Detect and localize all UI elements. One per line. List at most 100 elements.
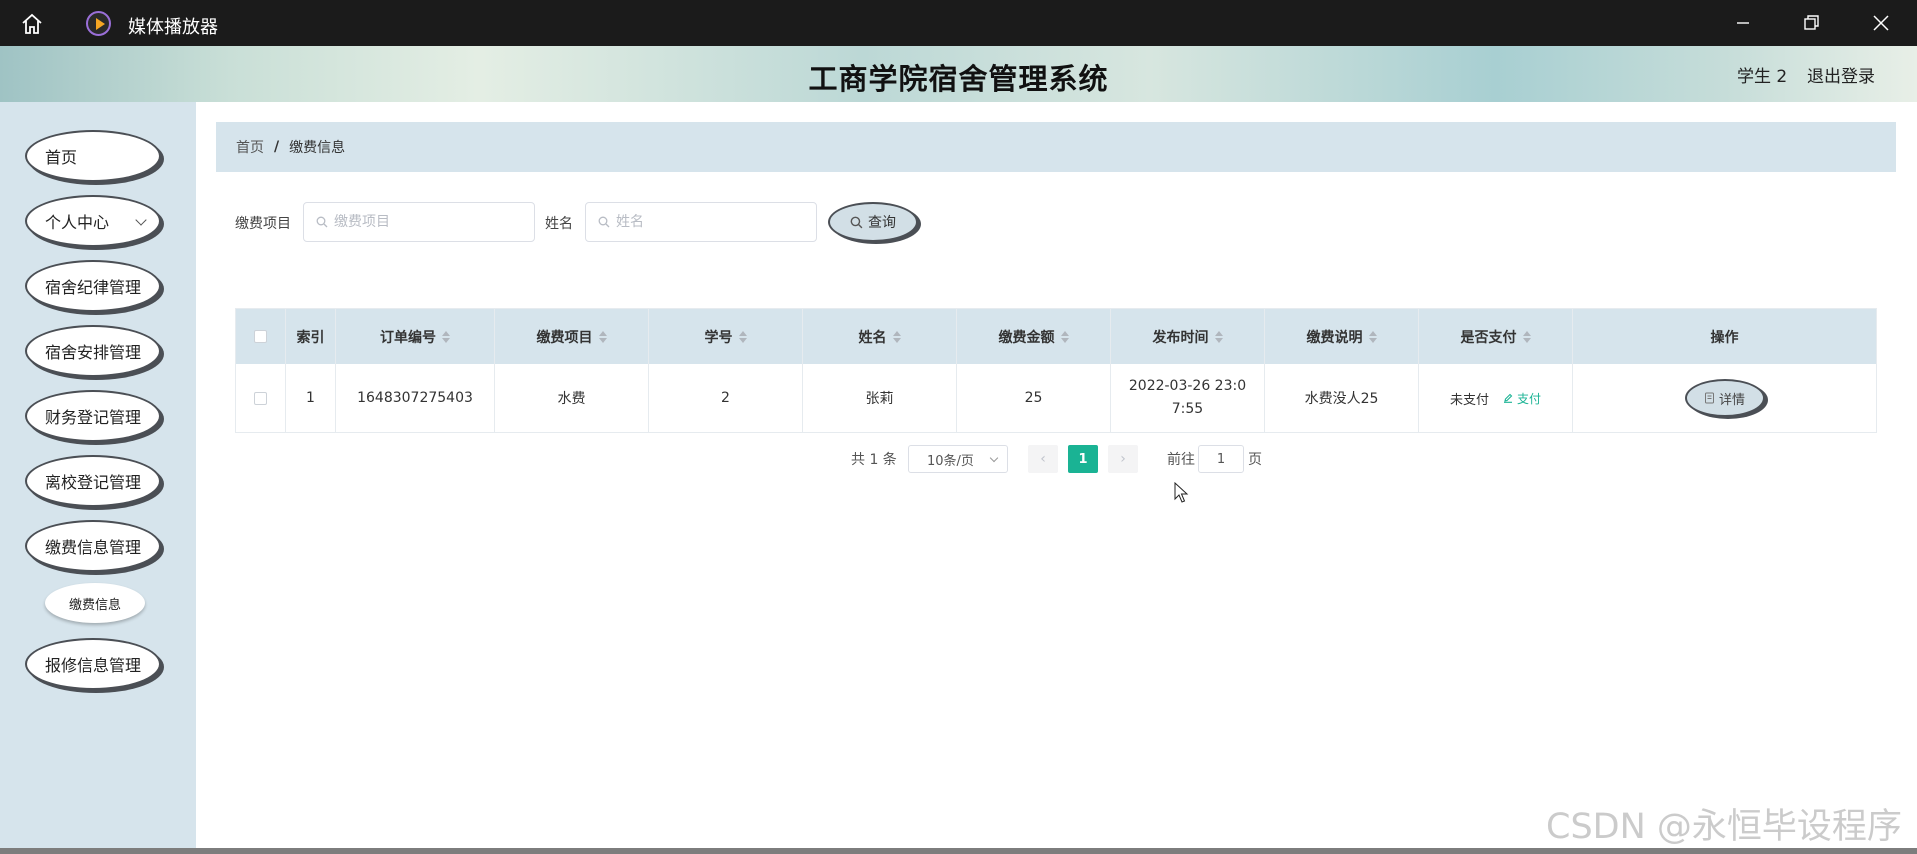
breadcrumb: 首页 / 缴费信息 [216,122,1896,172]
column-header-label: 发布时间 [1152,329,1209,346]
close-icon[interactable] [1868,10,1894,36]
sidebar-item-dorm-discipline[interactable]: 宿舍纪律管理 [25,260,161,312]
submenu-item-payment-info[interactable]: 缴费信息 [45,583,145,623]
name-input[interactable] [616,214,796,230]
payment-item-label: 缴费项目 [235,216,291,232]
paid-status-text: 未支付 [1449,392,1489,408]
logout-button[interactable]: 退出登录 [1807,62,1875,87]
actions-cell: 详情 [1573,364,1876,432]
column-header[interactable]: 订单编号 [336,309,495,364]
prev-page-button[interactable]: ‹ [1028,445,1058,473]
column-header[interactable]: 缴费项目 [495,309,649,364]
page-size-select[interactable]: 10条/页 [908,445,1008,473]
page-number-current[interactable]: 1 [1068,445,1098,473]
header-banner: 工商学院宿舍管理系统 学生 2 退出登录 [0,46,1917,102]
search-icon [316,216,328,228]
student-no-cell: 2 [649,364,803,432]
sort-icon[interactable] [442,330,450,343]
home-icon[interactable] [20,12,44,36]
table-header: 索引 订单编号 缴费项目 学号 姓名 缴费金额 发布时间 缴费说明 是否支付 操… [236,309,1876,364]
column-header[interactable]: 是否支付 [1419,309,1573,364]
sort-icon[interactable] [1060,330,1069,343]
publish-time-cell: 2022-03-26 23:07:55 [1111,364,1265,432]
column-header[interactable]: 发布时间 [1111,309,1265,364]
description-cell: 水费没人25 [1265,364,1419,432]
restore-icon[interactable] [1798,10,1824,36]
sidebar-item-label: 缴费信息管理 [45,538,142,557]
search-button-label: 查询 [868,215,896,231]
page-suffix: 页 [1248,452,1262,468]
sidebar-item-home[interactable]: 首页 [25,130,161,182]
publish-time-text: 2022-03-26 23:07:55 [1128,378,1247,417]
column-header[interactable]: 缴费金额 [957,309,1111,364]
breadcrumb-separator: / [274,139,280,155]
sort-icon[interactable] [598,330,607,343]
select-all-checkbox[interactable] [254,330,267,343]
window-title: 媒体播放器 [128,17,218,38]
sort-icon[interactable] [1368,330,1377,343]
sidebar-item-personal-center[interactable]: 个人中心 [25,195,161,247]
detail-button[interactable]: 详情 [1684,379,1765,417]
sidebar-item-payment[interactable]: 缴费信息管理 [25,520,161,572]
minimize-icon[interactable] [1730,10,1756,36]
pay-button[interactable]: 支付 [1503,390,1541,407]
page-size-value: 10条/页 [927,453,974,469]
search-icon [850,216,863,228]
payment-item-field[interactable] [303,202,535,242]
name-cell: 张莉 [803,364,957,432]
sort-icon[interactable] [1214,330,1223,343]
sidebar-item-label: 离校登记管理 [45,473,142,492]
payment-item-cell: 水费 [495,364,649,432]
search-icon [598,216,610,228]
column-header-label: 缴费项目 [536,329,593,346]
search-button[interactable]: 查询 [828,202,918,242]
breadcrumb-current: 缴费信息 [289,140,346,156]
sort-icon[interactable] [1522,330,1531,343]
column-header[interactable]: 学号 [649,309,803,364]
column-header-label: 索引 [296,329,325,346]
detail-button-label: 详情 [1718,392,1745,408]
amount-cell: 25 [957,364,1111,432]
column-header-label: 学号 [704,329,733,346]
column-header[interactable]: 缴费说明 [1265,309,1419,364]
column-header-label: 操作 [1710,329,1739,346]
name-label: 姓名 [545,216,573,232]
column-header-label: 订单编号 [380,329,436,346]
sidebar-item-label: 首页 [45,148,78,167]
column-header: 索引 [286,309,336,364]
select-all-cell [236,309,286,364]
chevron-down-icon [989,453,999,463]
sidebar-item-finance[interactable]: 财务登记管理 [25,390,161,442]
chevron-left-icon: ‹ [1040,451,1046,467]
column-header-label: 缴费说明 [1306,329,1363,346]
sidebar-item-label: 宿舍纪律管理 [45,278,142,297]
column-header[interactable]: 姓名 [803,309,957,364]
sidebar-item-label: 宿舍安排管理 [45,343,142,362]
chevron-right-icon: › [1120,451,1126,467]
row-select-cell [236,364,286,432]
name-field[interactable] [585,202,817,242]
row-checkbox[interactable] [254,391,267,405]
sort-icon[interactable] [892,330,901,343]
payment-item-input[interactable] [334,214,514,230]
system-title: 工商学院宿舍管理系统 [808,62,1109,96]
media-player-app-icon [86,11,111,36]
sidebar: 首页 个人中心 宿舍纪律管理 宿舍安排管理 财务登记管理 离校登记管理 缴费信息… [0,102,196,848]
sidebar-item-repair[interactable]: 报修信息管理 [25,638,161,690]
next-page-button[interactable]: › [1108,445,1138,473]
pagination-total: 共 1 条 [851,452,897,468]
sidebar-item-label: 个人中心 [45,213,110,232]
sidebar-item-dorm-arrangement[interactable]: 宿舍安排管理 [25,325,161,377]
column-header-label: 是否支付 [1460,329,1517,346]
sidebar-item-leave-school[interactable]: 离校登记管理 [25,455,161,507]
breadcrumb-home[interactable]: 首页 [236,137,264,157]
sidebar-item-label: 报修信息管理 [45,656,142,675]
edit-icon [1504,393,1513,403]
goto-page-input[interactable] [1198,445,1244,473]
current-user: 学生 2 [1737,67,1788,87]
sidebar-item-label: 财务登记管理 [45,408,142,427]
mouse-cursor-icon [1174,482,1189,503]
goto-label: 前往 [1167,452,1195,468]
sort-icon[interactable] [738,330,747,343]
payment-table: 索引 订单编号 缴费项目 学号 姓名 缴费金额 发布时间 缴费说明 是否支付 操… [235,308,1877,433]
